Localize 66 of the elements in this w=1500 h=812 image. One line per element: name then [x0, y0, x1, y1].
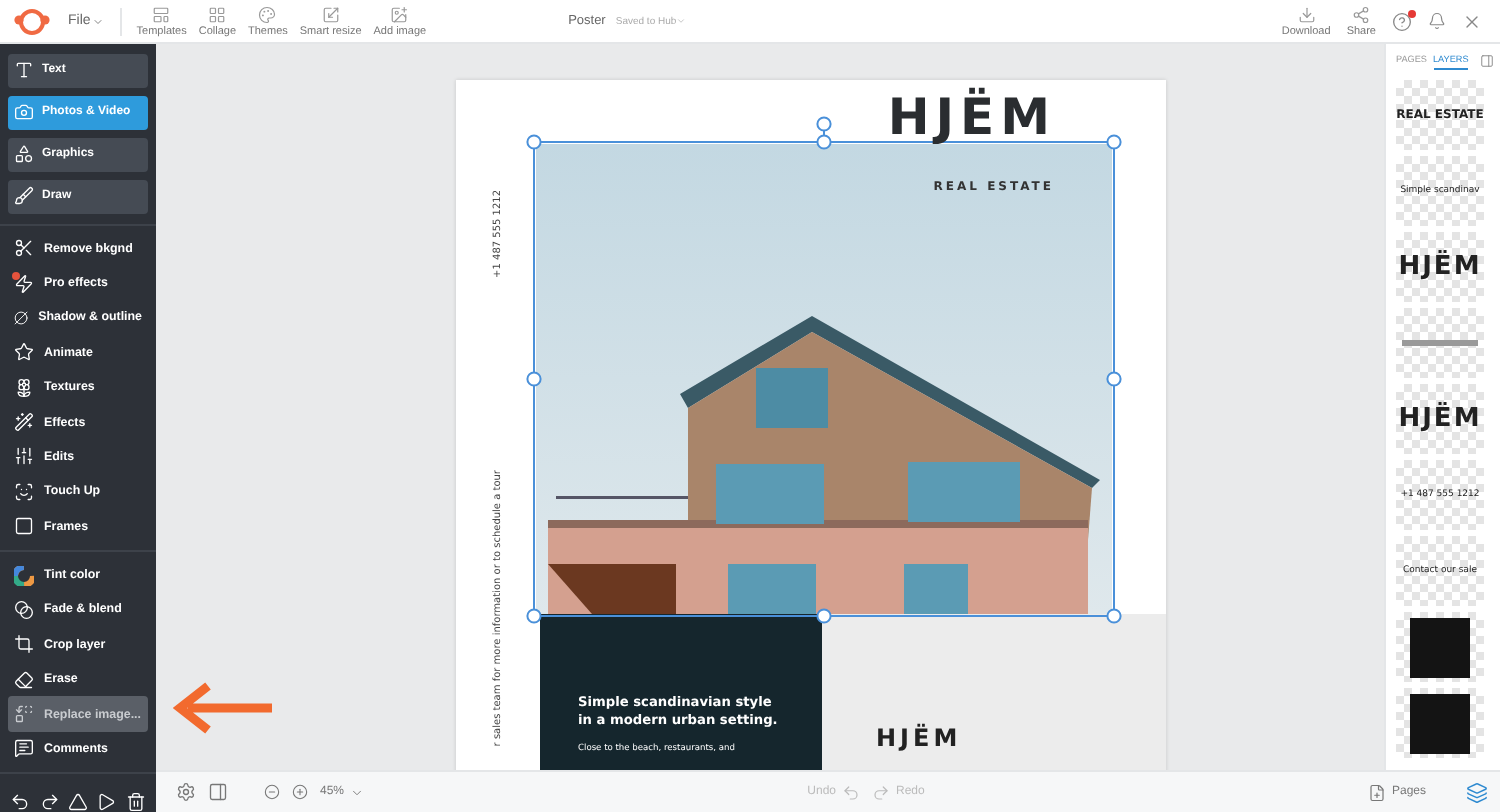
undo-button[interactable]: [10, 792, 31, 812]
camera-icon: [14, 102, 34, 123]
delete-button[interactable]: [125, 792, 146, 812]
share-icon: [1352, 5, 1371, 23]
lightning-icon: [14, 273, 34, 294]
zoom-out-icon: [264, 784, 280, 800]
palette-icon: [258, 5, 277, 23]
close-icon: [1462, 11, 1482, 31]
undo-icon: [842, 783, 860, 801]
sliders-icon: [14, 446, 34, 467]
caret-icon: [92, 15, 105, 27]
flip-button[interactable]: [67, 792, 88, 812]
caret-icon: [676, 16, 687, 26]
star-icon: [14, 342, 34, 363]
logo-icon[interactable]: [12, 7, 52, 35]
send-button[interactable]: [96, 792, 117, 812]
download-icon: [1297, 5, 1316, 23]
square-shape: [1410, 617, 1470, 677]
wand-icon: [14, 412, 34, 433]
layer-thumbnail[interactable]: [1396, 308, 1484, 378]
square-shape: [1410, 693, 1470, 753]
resize-icon: [321, 5, 340, 23]
redo-button[interactable]: [39, 792, 60, 812]
zoom-in-icon: [292, 784, 308, 800]
zoom-out-button[interactable]: [264, 784, 280, 800]
brush-icon: [14, 186, 34, 207]
layers-icon: [1466, 781, 1488, 803]
panel-icon: [1480, 54, 1494, 68]
text-line-drawing: [1402, 340, 1478, 346]
template-icon: [152, 5, 171, 23]
help-icon: [1392, 11, 1412, 31]
comment-icon: [14, 738, 34, 759]
color-wheel-icon: [14, 565, 34, 586]
crop-icon: [14, 634, 34, 655]
collapse-button[interactable]: [1480, 54, 1494, 68]
panel-button[interactable]: [208, 782, 228, 802]
eraser-icon: [14, 669, 34, 690]
flower-icon: [14, 377, 34, 398]
settings-icon: [176, 782, 196, 802]
brand-title: HJËM: [887, 88, 1056, 146]
layers-button[interactable]: [1466, 781, 1488, 803]
layer-thumbnail[interactable]: HJËM: [1396, 384, 1484, 454]
redo-icon: [872, 783, 890, 801]
bell-icon: [1428, 12, 1446, 30]
image-plus-icon: [390, 5, 409, 23]
trash-icon: [125, 792, 146, 812]
zoom-in-button[interactable]: [292, 784, 308, 800]
shapes-icon: [14, 144, 34, 165]
scissors-icon: [14, 238, 34, 259]
arrow-drawing: [168, 682, 276, 734]
grid-icon: [208, 5, 227, 23]
file-plus-icon: [1367, 783, 1386, 801]
redo-icon: [39, 792, 60, 812]
face-scan-icon: [14, 481, 34, 502]
square-icon: [14, 516, 34, 537]
blend-icon: [14, 599, 34, 620]
settings-button[interactable]: [176, 782, 196, 802]
play-icon: [96, 792, 117, 812]
caret-icon: [350, 785, 365, 799]
panel-icon: [208, 782, 228, 802]
circle-slash-icon: [14, 307, 29, 328]
undo-icon: [10, 792, 31, 812]
text-icon: [14, 60, 34, 81]
brand-text: HJËM: [876, 724, 962, 752]
triangle-icon: [67, 792, 88, 812]
layer-thumbnail[interactable]: HJËM: [1396, 232, 1484, 302]
